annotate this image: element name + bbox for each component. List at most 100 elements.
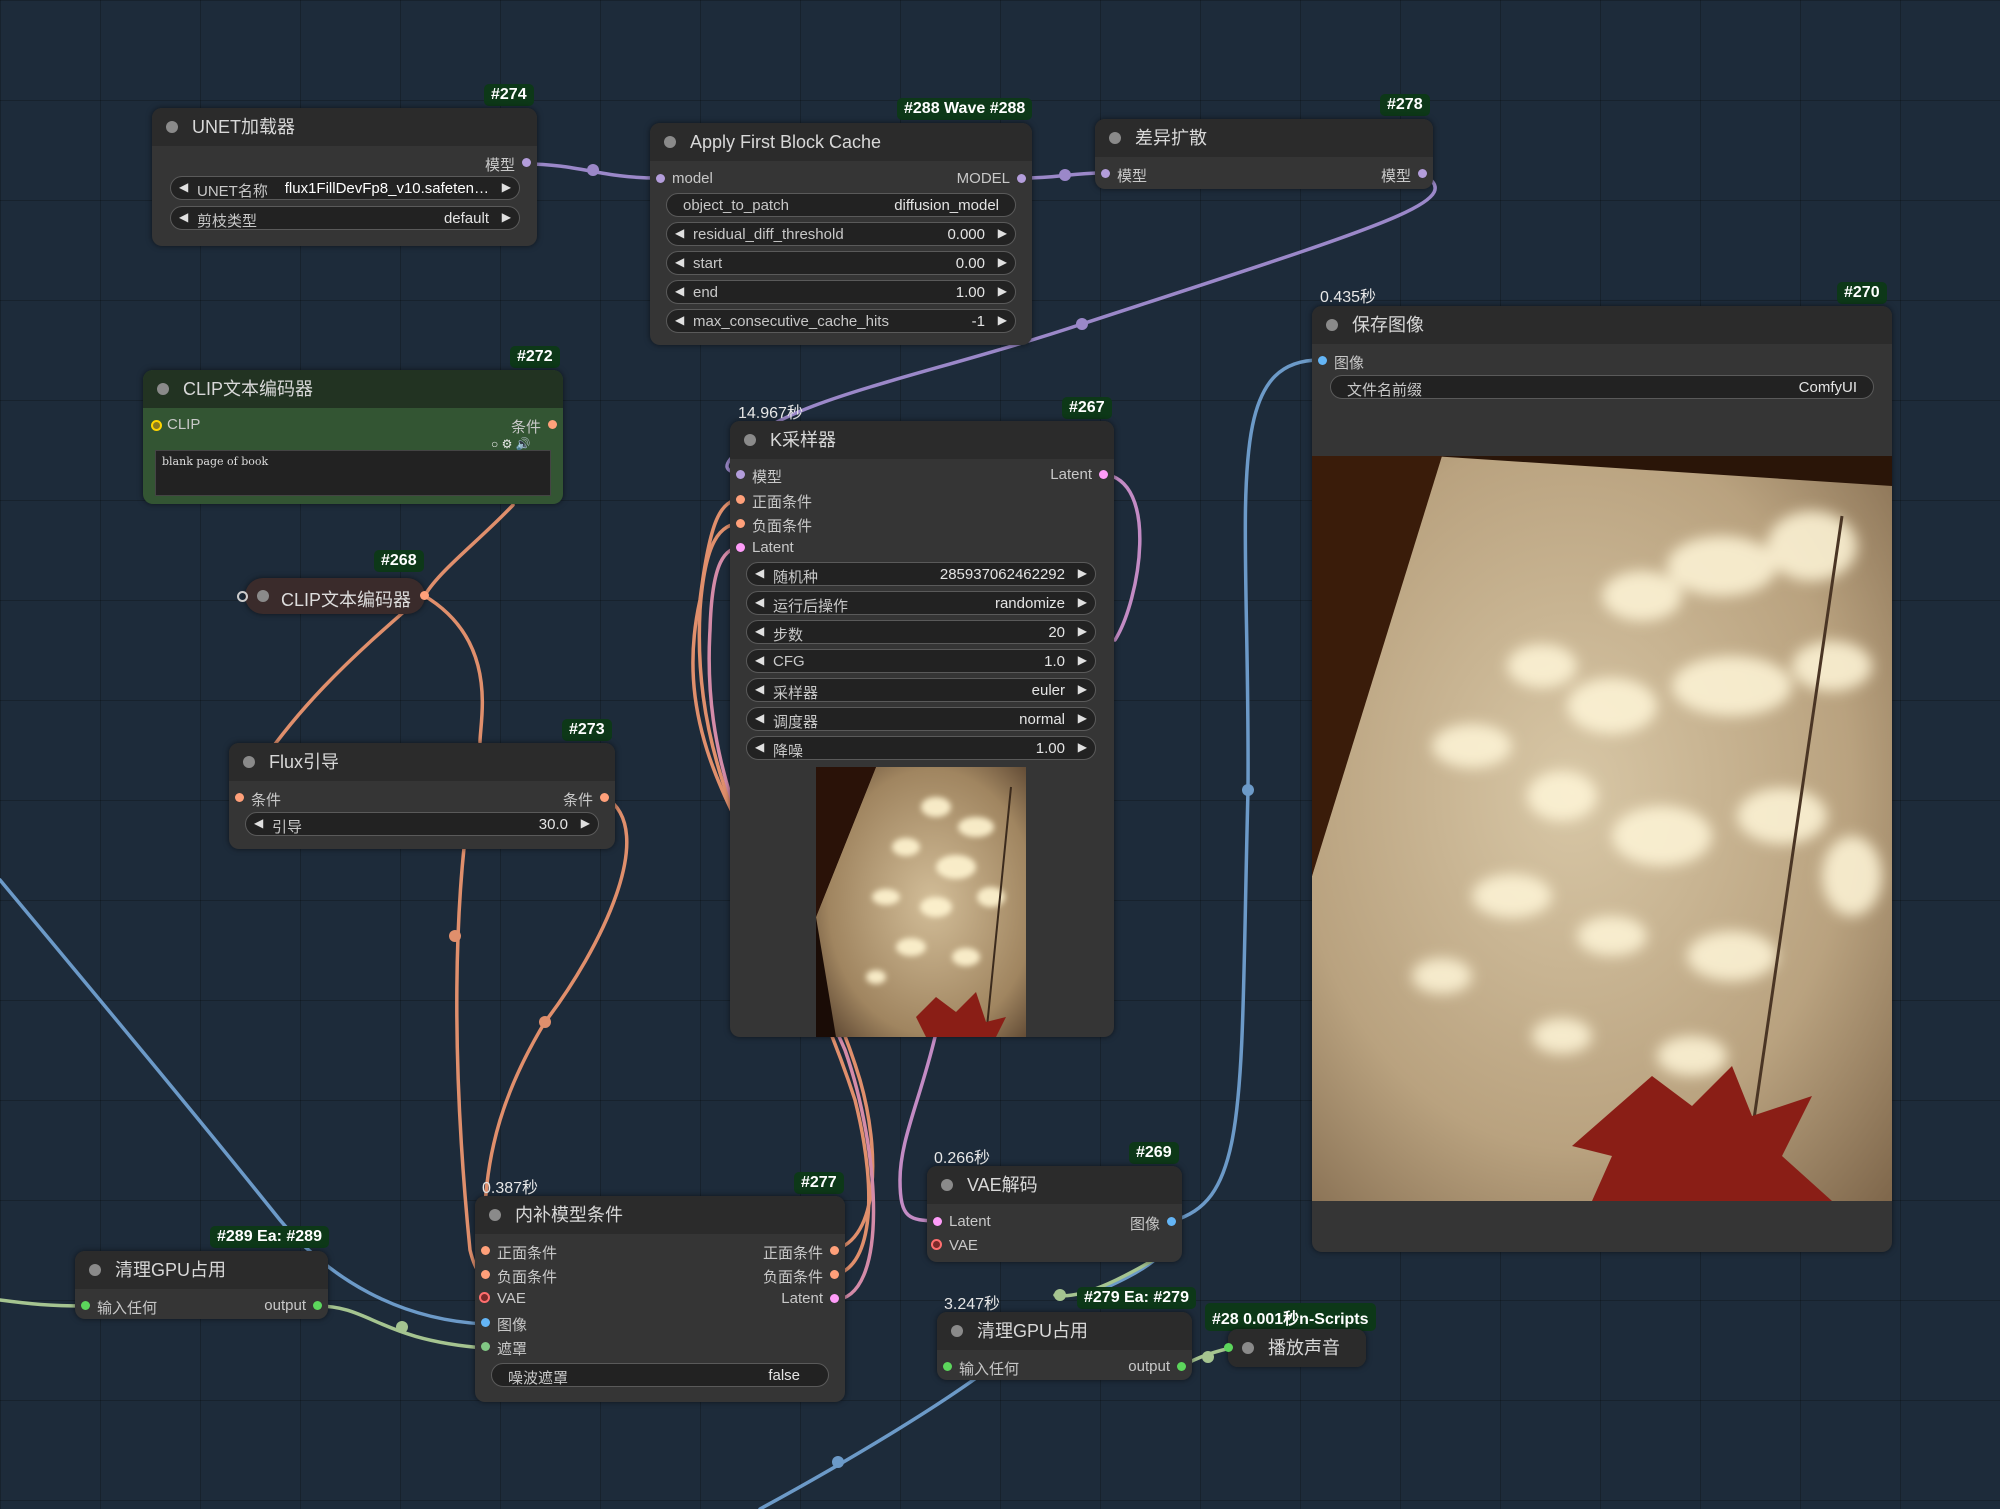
play-sound-node[interactable]: 播放声音: [1224, 1329, 1366, 1367]
arrow-right-icon[interactable]: ▶: [1078, 595, 1087, 609]
arrow-left-icon[interactable]: ◀: [755, 653, 764, 667]
output-slot-dot[interactable]: [1099, 470, 1108, 479]
denoise-field[interactable]: ◀ 降噪 1.00 ▶: [746, 736, 1096, 760]
node-title[interactable]: Apply First Block Cache: [650, 123, 1032, 161]
arrow-left-icon[interactable]: ◀: [755, 740, 764, 754]
output-slot-dot[interactable]: [522, 158, 531, 167]
input-slot-dot[interactable]: [736, 470, 745, 479]
input-slot-dot[interactable]: [933, 1217, 942, 1226]
arrow-right-icon[interactable]: ▶: [998, 226, 1007, 240]
input-slot-dot[interactable]: [736, 543, 745, 552]
node-title[interactable]: 清理GPU占用: [937, 1312, 1192, 1350]
weight-dtype-combo[interactable]: ◀ 剪枝类型 default ▶: [170, 206, 520, 230]
collapse-dot-icon[interactable]: [941, 1179, 953, 1191]
input-slot-dot[interactable]: [1224, 1343, 1233, 1352]
control-after-generate-combo[interactable]: ◀ 运行后操作 randomize ▶: [746, 591, 1096, 615]
inpaint-model-conditioning-node[interactable]: 内补模型条件 正面条件 负面条件 VAE 图像 遮罩 正面条件 负面条件 Lat…: [475, 1196, 845, 1402]
object-to-patch-field[interactable]: object_to_patch diffusion_model: [666, 193, 1016, 217]
arrow-right-icon[interactable]: ▶: [1078, 711, 1087, 725]
node-title[interactable]: 播放声音: [1228, 1329, 1366, 1367]
input-slot-dot[interactable]: [656, 174, 665, 183]
input-slot-dot[interactable]: [151, 420, 162, 431]
arrow-left-icon[interactable]: ◀: [675, 313, 684, 327]
output-slot-dot[interactable]: [420, 591, 429, 600]
start-field[interactable]: ◀ start 0.00 ▶: [666, 251, 1016, 275]
arrow-right-icon[interactable]: ▶: [1078, 624, 1087, 638]
output-slot-dot[interactable]: [313, 1301, 322, 1310]
arrow-left-icon[interactable]: ◀: [755, 682, 764, 696]
collapse-dot-icon[interactable]: [257, 590, 269, 602]
input-slot-dot[interactable]: [481, 1342, 490, 1351]
output-slot-dot[interactable]: [1017, 174, 1026, 183]
arrow-left-icon[interactable]: ◀: [254, 816, 263, 830]
input-slot-dot[interactable]: [237, 591, 248, 602]
arrow-left-icon[interactable]: ◀: [675, 255, 684, 269]
output-slot-dot[interactable]: [548, 420, 557, 429]
input-slot-dot[interactable]: [81, 1301, 90, 1310]
collapse-dot-icon[interactable]: [1326, 319, 1338, 331]
arrow-right-icon[interactable]: ▶: [1078, 653, 1087, 667]
collapse-dot-icon[interactable]: [157, 383, 169, 395]
arrow-left-icon[interactable]: ◀: [755, 711, 764, 725]
arrow-right-icon[interactable]: ▶: [581, 816, 590, 830]
guidance-field[interactable]: ◀ 引导 30.0 ▶: [245, 812, 599, 836]
input-slot-dot[interactable]: [481, 1270, 490, 1279]
node-title[interactable]: CLIP文本编码器: [143, 370, 563, 408]
node-title[interactable]: 保存图像: [1312, 306, 1892, 344]
prompt-textarea[interactable]: blank page of book: [155, 450, 551, 496]
node-title[interactable]: UNET加载器: [152, 108, 537, 146]
arrow-right-icon[interactable]: ▶: [998, 313, 1007, 327]
input-slot-dot[interactable]: [481, 1318, 490, 1327]
arrow-right-icon[interactable]: ▶: [1078, 682, 1087, 696]
arrow-right-icon[interactable]: ▶: [1078, 740, 1087, 754]
output-slot-dot[interactable]: [830, 1246, 839, 1255]
speaker-icon[interactable]: 🔊: [516, 437, 531, 451]
noise-mask-toggle[interactable]: 噪波遮罩 false: [491, 1363, 829, 1387]
vae-decode-node[interactable]: VAE解码 Latent VAE 图像: [927, 1166, 1182, 1262]
input-slot-dot[interactable]: [931, 1239, 942, 1250]
arrow-left-icon[interactable]: ◀: [675, 284, 684, 298]
collapse-dot-icon[interactable]: [744, 434, 756, 446]
end-field[interactable]: ◀ end 1.00 ▶: [666, 280, 1016, 304]
input-slot-dot[interactable]: [1101, 169, 1110, 178]
arrow-right-icon[interactable]: ▶: [998, 284, 1007, 298]
node-title[interactable]: VAE解码: [927, 1166, 1182, 1204]
clean-gpu-node-2[interactable]: 清理GPU占用 输入任何 output: [937, 1312, 1192, 1380]
node-title[interactable]: K采样器: [730, 421, 1114, 459]
arrow-right-icon[interactable]: ▶: [998, 255, 1007, 269]
arrow-right-icon[interactable]: ▶: [502, 210, 511, 224]
differential-diffusion-node[interactable]: 差异扩散 模型 模型: [1095, 119, 1433, 189]
clip-text-encode-positive-node[interactable]: CLIP文本编码器 CLIP 条件 ○ ⚙ 🔊 blank page of bo…: [143, 370, 563, 504]
node-title[interactable]: Flux引导: [229, 743, 615, 781]
steps-field[interactable]: ◀ 步数 20 ▶: [746, 620, 1096, 644]
output-slot-dot[interactable]: [1177, 1362, 1186, 1371]
save-image-node[interactable]: 保存图像 图像 文件名前缀 ComfyUI: [1312, 306, 1892, 1252]
node-title[interactable]: 内补模型条件: [475, 1196, 845, 1234]
max-consecutive-cache-hits-field[interactable]: ◀ max_consecutive_cache_hits -1 ▶: [666, 309, 1016, 333]
node-title[interactable]: 差异扩散: [1095, 119, 1433, 157]
collapse-dot-icon[interactable]: [489, 1209, 501, 1221]
collapse-dot-icon[interactable]: [243, 756, 255, 768]
output-slot-dot[interactable]: [830, 1294, 839, 1303]
circle-icon[interactable]: ○: [491, 437, 498, 451]
filename-prefix-field[interactable]: 文件名前缀 ComfyUI: [1330, 375, 1874, 399]
apply-first-block-cache-node[interactable]: Apply First Block Cache model MODEL obje…: [650, 123, 1032, 345]
scheduler-combo[interactable]: ◀ 调度器 normal ▶: [746, 707, 1096, 731]
residual-diff-threshold-field[interactable]: ◀ residual_diff_threshold 0.000 ▶: [666, 222, 1016, 246]
node-graph-canvas[interactable]: #274 UNET加载器 模型 ◀ UNET名称 flux1FillDevFp8_v…: [0, 0, 2000, 1509]
input-slot-dot[interactable]: [943, 1362, 952, 1371]
collapse-dot-icon[interactable]: [166, 121, 178, 133]
arrow-right-icon[interactable]: ▶: [502, 180, 511, 194]
input-slot-dot[interactable]: [736, 495, 745, 504]
input-slot-dot[interactable]: [479, 1292, 490, 1303]
sampler-combo[interactable]: ◀ 采样器 euler ▶: [746, 678, 1096, 702]
arrow-left-icon[interactable]: ◀: [755, 566, 764, 580]
unet-name-combo[interactable]: ◀ UNET名称 flux1FillDevFp8_v10.safeten… ▶: [170, 176, 520, 200]
input-slot-dot[interactable]: [1318, 356, 1327, 365]
collapse-dot-icon[interactable]: [1242, 1342, 1254, 1354]
output-slot-dot[interactable]: [1418, 169, 1427, 178]
input-slot-dot[interactable]: [481, 1246, 490, 1255]
arrow-left-icon[interactable]: ◀: [179, 210, 188, 224]
arrow-left-icon[interactable]: ◀: [179, 180, 188, 194]
flux-guidance-node[interactable]: Flux引导 条件 条件 ◀ 引导 30.0 ▶: [229, 743, 615, 849]
